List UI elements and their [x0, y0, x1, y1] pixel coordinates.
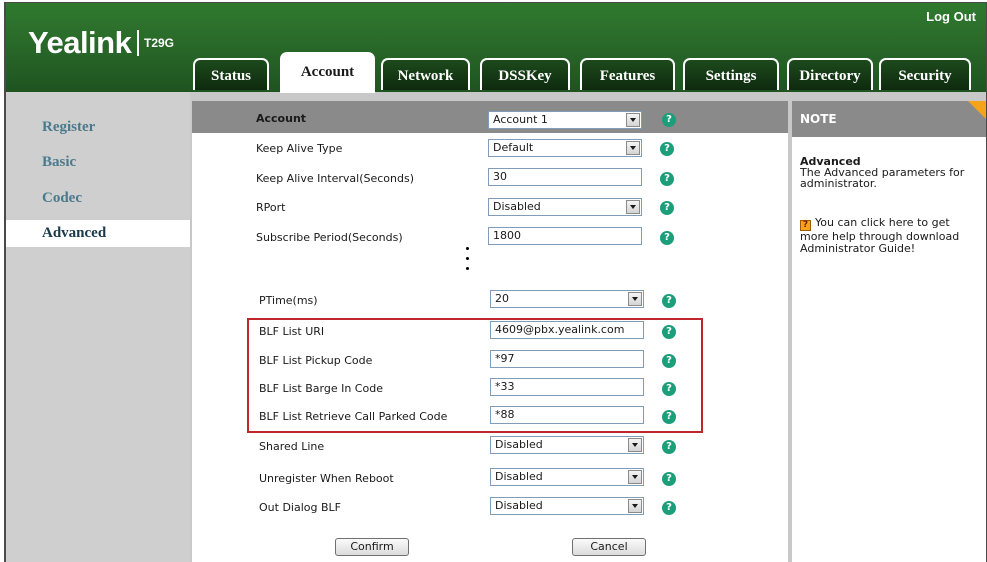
- tab-security[interactable]: Security: [879, 58, 971, 90]
- help-icon[interactable]: ?: [660, 142, 674, 156]
- chevron-down-icon: [626, 200, 640, 214]
- keep-alive-type-label: Keep Alive Type: [256, 142, 343, 155]
- sidebar-item-codec[interactable]: Codec: [6, 185, 190, 212]
- tab-features[interactable]: Features: [580, 58, 675, 90]
- vertical-ellipsis-icon: [466, 247, 469, 272]
- note-corner-decoration: [968, 101, 986, 119]
- out-dialog-blf-label: Out Dialog BLF: [259, 501, 341, 514]
- blf-retrieve-parked-code-input[interactable]: *88: [490, 406, 644, 424]
- tab-dsskey[interactable]: DSSKey: [480, 58, 570, 90]
- chevron-down-icon: [628, 470, 642, 484]
- help-icon[interactable]: ?: [662, 113, 676, 127]
- model-label: T29G: [144, 36, 175, 50]
- chevron-down-icon: [628, 499, 642, 513]
- rport-label: RPort: [256, 201, 286, 214]
- keep-alive-type-select[interactable]: Default: [488, 139, 642, 157]
- account-label: Account: [256, 112, 307, 125]
- help-icon[interactable]: ?: [662, 501, 676, 515]
- help-icon[interactable]: ?: [662, 354, 676, 368]
- help-icon[interactable]: ?: [662, 294, 676, 308]
- ptime-value: 20: [495, 292, 509, 305]
- unregister-when-reboot-value: Disabled: [495, 470, 543, 483]
- header: Yealink T29G Log Out Status Account Netw…: [6, 3, 986, 93]
- blf-list-uri-label: BLF List URI: [259, 325, 325, 338]
- subscribe-period-label: Subscribe Period(Seconds): [256, 231, 403, 244]
- keep-alive-interval-label: Keep Alive Interval(Seconds): [256, 172, 415, 185]
- help-icon[interactable]: ?: [662, 472, 676, 486]
- ptime-select[interactable]: 20: [490, 290, 644, 308]
- help-icon[interactable]: ?: [660, 231, 674, 245]
- help-icon[interactable]: ?: [662, 382, 676, 396]
- chevron-down-icon: [628, 438, 642, 452]
- blf-list-uri-input[interactable]: 4609@pbx.yealink.com: [490, 321, 644, 339]
- tab-network[interactable]: Network: [381, 58, 470, 90]
- account-select-value: Account 1: [493, 113, 548, 126]
- keep-alive-type-value: Default: [493, 141, 534, 154]
- keep-alive-interval-input[interactable]: 30: [488, 168, 642, 186]
- note-description: The Advanced parameters for administrato…: [800, 166, 965, 190]
- logout-link[interactable]: Log Out: [926, 9, 976, 24]
- rport-value: Disabled: [493, 200, 541, 213]
- sidebar-item-basic[interactable]: Basic: [6, 149, 190, 176]
- logo-separator: [137, 30, 139, 56]
- help-icon[interactable]: ?: [660, 201, 674, 215]
- tab-directory[interactable]: Directory: [787, 58, 873, 90]
- out-dialog-blf-value: Disabled: [495, 499, 543, 512]
- chevron-down-icon: [628, 292, 642, 306]
- help-icon[interactable]: ?: [662, 325, 676, 339]
- chevron-down-icon: [626, 113, 640, 127]
- shared-line-value: Disabled: [495, 438, 543, 451]
- settings-panel: Account Account 1 ? Keep Alive Type Defa…: [192, 101, 788, 562]
- unregister-when-reboot-label: Unregister When Reboot: [259, 472, 394, 485]
- yealink-logo: Yealink: [28, 25, 132, 60]
- help-icon[interactable]: ?: [662, 410, 676, 424]
- sidebar: Register Basic Codec Advanced: [6, 92, 190, 562]
- subscribe-period-input[interactable]: 1800: [488, 227, 642, 245]
- unregister-when-reboot-select[interactable]: Disabled: [490, 468, 644, 486]
- note-help-link[interactable]: ? You can click here to get more help thr…: [800, 217, 980, 255]
- note-help-text: You can click here to get more help thro…: [800, 216, 960, 255]
- note-panel: NOTE Advanced The Advanced parameters fo…: [792, 101, 986, 562]
- cancel-button[interactable]: Cancel: [572, 538, 646, 556]
- shared-line-label: Shared Line: [259, 440, 325, 453]
- shared-line-select[interactable]: Disabled: [490, 436, 644, 454]
- note-title: NOTE: [800, 112, 837, 126]
- help-icon[interactable]: ?: [662, 440, 676, 454]
- sidebar-item-register[interactable]: Register: [6, 114, 190, 141]
- rport-select[interactable]: Disabled: [488, 198, 642, 216]
- ptime-label: PTime(ms): [259, 294, 318, 307]
- tab-status[interactable]: Status: [193, 58, 269, 90]
- out-dialog-blf-select[interactable]: Disabled: [490, 497, 644, 515]
- tab-account[interactable]: Account: [280, 52, 375, 93]
- blf-pickup-code-label: BLF List Pickup Code: [259, 354, 373, 367]
- blf-pickup-code-input[interactable]: *97: [490, 350, 644, 368]
- account-select[interactable]: Account 1: [488, 111, 642, 129]
- sidebar-item-advanced[interactable]: Advanced: [6, 220, 190, 247]
- blf-retrieve-parked-code-label: BLF List Retrieve Call Parked Code: [259, 410, 448, 423]
- blf-barge-in-code-input[interactable]: *33: [490, 378, 644, 396]
- confirm-button[interactable]: Confirm: [335, 538, 409, 556]
- blf-barge-in-code-label: BLF List Barge In Code: [259, 382, 383, 395]
- help-icon[interactable]: ?: [660, 172, 674, 186]
- web-ui-frame: Yealink T29G Log Out Status Account Netw…: [4, 2, 987, 562]
- tab-settings[interactable]: Settings: [683, 58, 779, 90]
- chevron-down-icon: [626, 141, 640, 155]
